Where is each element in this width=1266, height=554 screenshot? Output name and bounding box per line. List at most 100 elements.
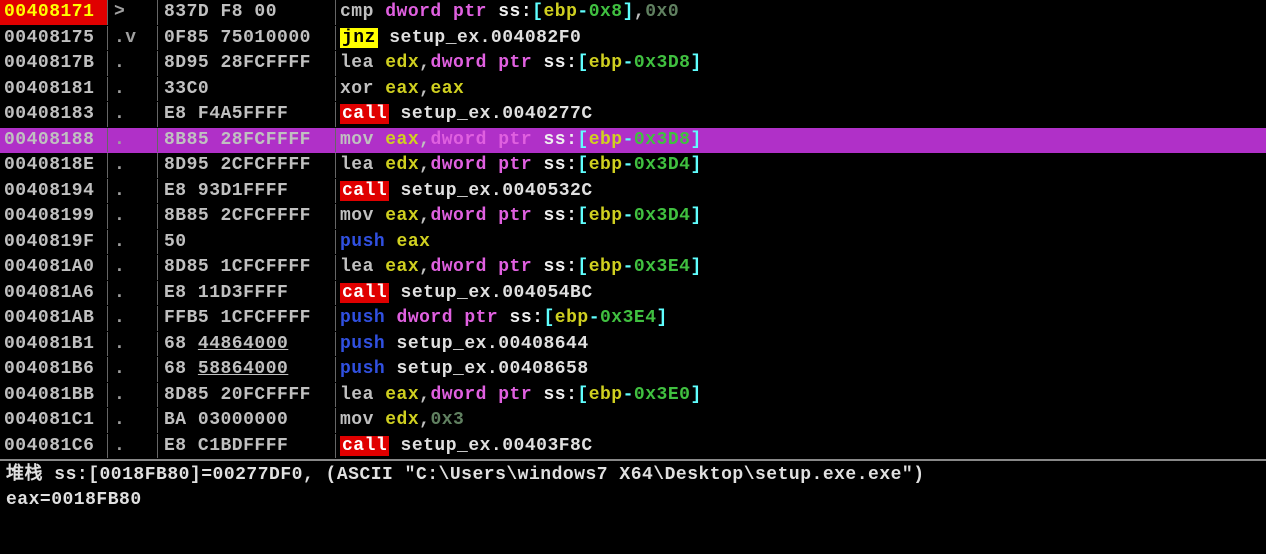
bytes-cell: 837D F8 00 (158, 0, 336, 25)
bytes-cell: 8B85 2CFCFFFF (158, 204, 336, 229)
disasm-row[interactable]: 00408199.8B85 2CFCFFFFmov eax,dword ptr … (0, 204, 1266, 230)
address-cell[interactable]: 00408188 (0, 128, 108, 153)
bytes-cell: 8D85 1CFCFFFF (158, 255, 336, 280)
comment-cell (906, 332, 1266, 357)
comment-cell (906, 357, 1266, 382)
disasm-row[interactable]: 004081AB.FFB5 1CFCFFFFpush dword ptr ss:… (0, 306, 1266, 332)
comment-cell (906, 434, 1266, 459)
address-cell[interactable]: 0040817B (0, 51, 108, 76)
instruction-cell: jnz setup_ex.004082F0 (336, 26, 906, 51)
hint-cell: . (108, 128, 158, 153)
hint-cell: . (108, 204, 158, 229)
address-cell[interactable]: 004081BB (0, 383, 108, 408)
disasm-row[interactable]: 00408175.v0F85 75010000jnz setup_ex.0040… (0, 26, 1266, 52)
disasm-row[interactable]: 00408188.8B85 28FCFFFFmov eax,dword ptr … (0, 128, 1266, 154)
address-cell[interactable]: 00408194 (0, 179, 108, 204)
hint-cell: . (108, 332, 158, 357)
disasm-row[interactable]: 004081A0.8D85 1CFCFFFFlea eax,dword ptr … (0, 255, 1266, 281)
instruction-cell: call setup_ex.00403F8C (336, 434, 906, 459)
hint-cell: . (108, 102, 158, 127)
bytes-cell: FFB5 1CFCFFFF (158, 306, 336, 331)
bytes-cell: 68 44864000 (158, 332, 336, 357)
hint-cell: . (108, 77, 158, 102)
disasm-row[interactable]: 004081B1.68 44864000push setup_ex.004086… (0, 332, 1266, 358)
bytes-cell: 50 (158, 230, 336, 255)
bytes-cell: 0F85 75010000 (158, 26, 336, 51)
hint-cell: . (108, 434, 158, 459)
bytes-cell: 33C0 (158, 77, 336, 102)
hint-cell: . (108, 281, 158, 306)
bytes-cell: BA 03000000 (158, 408, 336, 433)
address-cell[interactable]: 00408175 (0, 26, 108, 51)
comment-cell (906, 204, 1266, 229)
address-cell[interactable]: 0040818E (0, 153, 108, 178)
instruction-cell: push setup_ex.00408644 (336, 332, 906, 357)
disasm-row[interactable]: 004081C1.BA 03000000mov edx,0x3 (0, 408, 1266, 434)
instruction-cell: call setup_ex.0040532C (336, 179, 906, 204)
hint-cell: . (108, 357, 158, 382)
disasm-row[interactable]: 00408171>837D F8 00cmp dword ptr ss:[ebp… (0, 0, 1266, 26)
instruction-cell: lea eax,dword ptr ss:[ebp-0x3E4] (336, 255, 906, 280)
disassembly-panel[interactable]: 00408171>837D F8 00cmp dword ptr ss:[ebp… (0, 0, 1266, 459)
bytes-cell: 68 58864000 (158, 357, 336, 382)
comment-cell (906, 102, 1266, 127)
hint-cell: . (108, 51, 158, 76)
bytes-cell: 8D95 2CFCFFFF (158, 153, 336, 178)
disasm-row[interactable]: 004081C6.E8 C1BDFFFFcall setup_ex.00403F… (0, 434, 1266, 460)
disasm-row[interactable]: 00408181.33C0xor eax,eax (0, 77, 1266, 103)
instruction-cell: mov eax,dword ptr ss:[ebp-0x3D4] (336, 204, 906, 229)
disasm-row[interactable]: 0040817B.8D95 28FCFFFFlea edx,dword ptr … (0, 51, 1266, 77)
address-cell[interactable]: 004081A0 (0, 255, 108, 280)
comment-cell (906, 51, 1266, 76)
hint-cell: . (108, 179, 158, 204)
hint-cell: . (108, 306, 158, 331)
bytes-cell: E8 C1BDFFFF (158, 434, 336, 459)
address-cell[interactable]: 004081C6 (0, 434, 108, 459)
hint-cell: > (108, 0, 158, 25)
instruction-cell: call setup_ex.0040277C (336, 102, 906, 127)
disasm-row[interactable]: 00408183.E8 F4A5FFFFcall setup_ex.004027… (0, 102, 1266, 128)
comment-cell (906, 26, 1266, 51)
comment-cell (906, 383, 1266, 408)
instruction-cell: cmp dword ptr ss:[ebp-0x8],0x0 (336, 0, 906, 25)
comment-cell (906, 230, 1266, 255)
hint-cell: . (108, 408, 158, 433)
comment-cell (906, 306, 1266, 331)
disasm-row[interactable]: 004081BB.8D85 20FCFFFFlea eax,dword ptr … (0, 383, 1266, 409)
instruction-cell: lea edx,dword ptr ss:[ebp-0x3D4] (336, 153, 906, 178)
comment-cell (906, 153, 1266, 178)
address-cell[interactable]: 00408199 (0, 204, 108, 229)
address-cell[interactable]: 00408171 (0, 0, 108, 25)
disasm-row[interactable]: 0040818E.8D95 2CFCFFFFlea edx,dword ptr … (0, 153, 1266, 179)
hint-cell: . (108, 230, 158, 255)
disasm-row[interactable]: 00408194.E8 93D1FFFFcall setup_ex.004053… (0, 179, 1266, 205)
disasm-row[interactable]: 004081A6.E8 11D3FFFFcall setup_ex.004054… (0, 281, 1266, 307)
address-cell[interactable]: 004081C1 (0, 408, 108, 433)
instruction-cell: push dword ptr ss:[ebp-0x3E4] (336, 306, 906, 331)
hint-cell: . (108, 255, 158, 280)
address-cell[interactable]: 004081B6 (0, 357, 108, 382)
address-cell[interactable]: 00408183 (0, 102, 108, 127)
comment-cell (906, 408, 1266, 433)
instruction-cell: mov edx,0x3 (336, 408, 906, 433)
hint-cell: . (108, 383, 158, 408)
instruction-cell: push setup_ex.00408658 (336, 357, 906, 382)
instruction-cell: mov eax,dword ptr ss:[ebp-0x3D8] (336, 128, 906, 153)
bytes-cell: 8D95 28FCFFFF (158, 51, 336, 76)
disasm-row[interactable]: 0040819F.50push eax (0, 230, 1266, 256)
instruction-cell: lea eax,dword ptr ss:[ebp-0x3E0] (336, 383, 906, 408)
address-cell[interactable]: 00408181 (0, 77, 108, 102)
info-line-1: 堆栈 ss:[0018FB80]=00277DF0, (ASCII "C:\Us… (0, 461, 1266, 486)
comment-cell (906, 128, 1266, 153)
comment-cell (906, 0, 1266, 25)
bytes-cell: E8 F4A5FFFF (158, 102, 336, 127)
address-cell[interactable]: 004081B1 (0, 332, 108, 357)
address-cell[interactable]: 0040819F (0, 230, 108, 255)
disasm-row[interactable]: 004081B6.68 58864000push setup_ex.004086… (0, 357, 1266, 383)
address-cell[interactable]: 004081A6 (0, 281, 108, 306)
bytes-cell: 8B85 28FCFFFF (158, 128, 336, 153)
instruction-cell: lea edx,dword ptr ss:[ebp-0x3D8] (336, 51, 906, 76)
hint-cell: . (108, 153, 158, 178)
comment-cell (906, 255, 1266, 280)
address-cell[interactable]: 004081AB (0, 306, 108, 331)
